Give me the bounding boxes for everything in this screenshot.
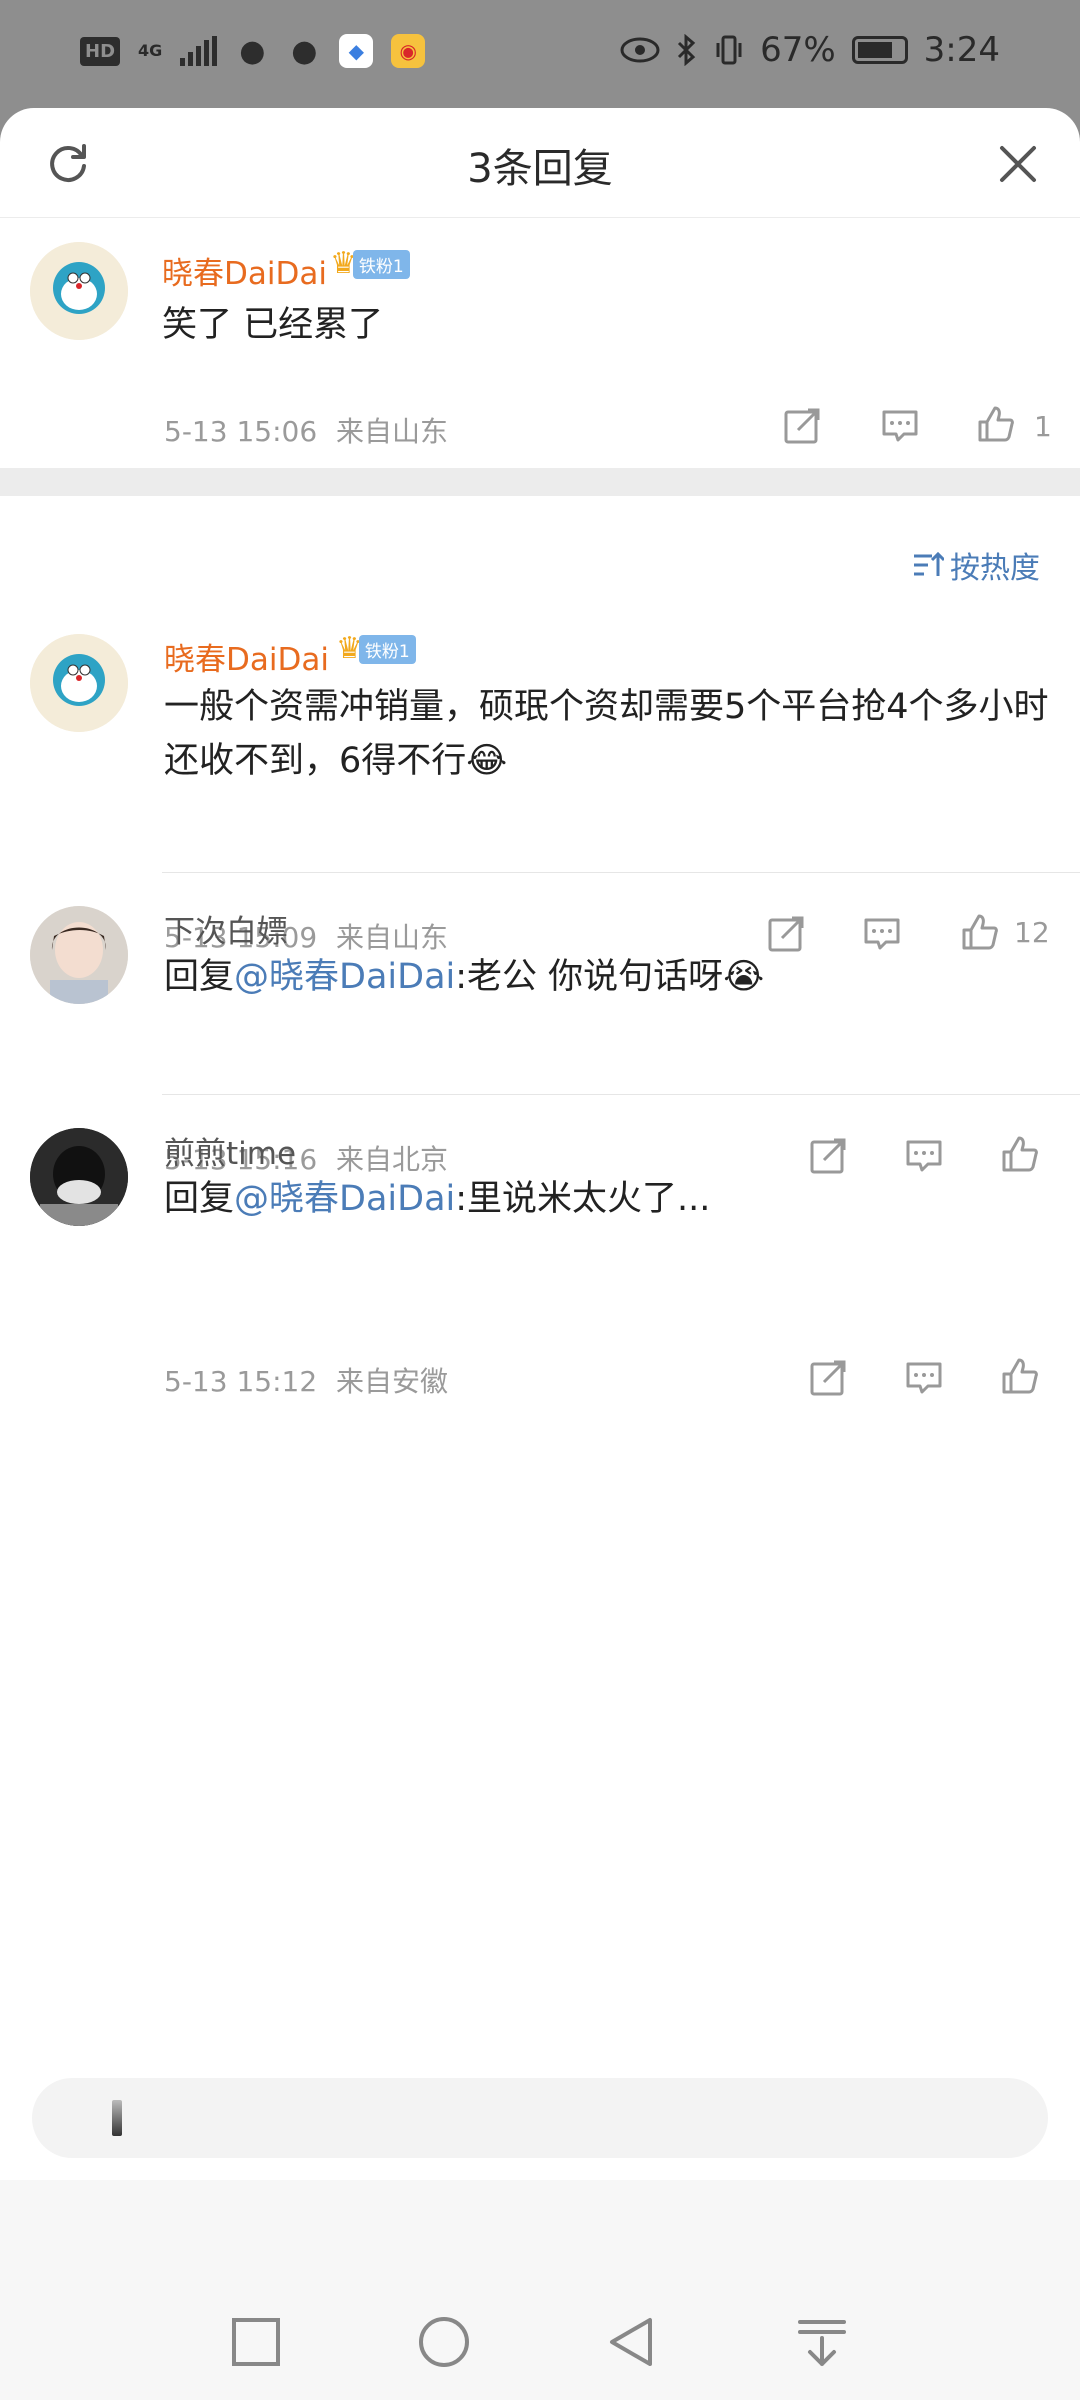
- share-icon[interactable]: [808, 1136, 848, 1176]
- like-icon[interactable]: [1000, 1356, 1040, 1396]
- battery-percent: 67%: [760, 30, 836, 70]
- like-icon[interactable]: [976, 404, 1016, 444]
- network-type: 4G: [138, 41, 163, 60]
- avatar[interactable]: [30, 634, 128, 732]
- like-icon[interactable]: [1000, 1134, 1040, 1174]
- section-divider: [0, 468, 1080, 496]
- sort-icon: [914, 551, 944, 576]
- reply-prefix: 回复: [164, 957, 235, 997]
- replies-sheet: 3条回复 晓春DaiDai ♛ 铁粉1 笑了 已经累了 5-13 15:06 来…: [0, 108, 1080, 2400]
- reply-text: 回复@晓春DaiDai:老公 你说句话呀😭: [164, 950, 764, 1004]
- doraemon-avatar-icon: [30, 242, 128, 340]
- reply-divider: [162, 872, 1080, 873]
- wechat-icon: ●: [239, 33, 266, 69]
- girl-avatar-icon: [30, 906, 128, 1004]
- collapse-nav-icon[interactable]: [794, 2314, 850, 2370]
- reply-body: 一般个资需冲销量，硕珉个资却需要5个平台抢4个多小时还收不到，6得不行: [164, 687, 1049, 781]
- fan-badge-label: 铁粉1: [358, 634, 416, 664]
- comment-icon[interactable]: [862, 914, 902, 954]
- sheet-header: 3条回复: [0, 108, 1080, 218]
- reply-username[interactable]: 煎煎time: [164, 1128, 296, 1173]
- reply-input[interactable]: [32, 2078, 1048, 2158]
- sort-label: 按热度: [950, 551, 1040, 586]
- hd-indicator: HD: [80, 36, 121, 66]
- comment-icon[interactable]: [880, 406, 920, 446]
- back-icon[interactable]: [604, 2314, 660, 2370]
- comment-text: 笑了 已经累了: [162, 305, 384, 345]
- share-icon[interactable]: [782, 406, 822, 446]
- reply-location: 来自安徽: [336, 1365, 449, 1398]
- doraemon-avatar-icon: [30, 634, 128, 732]
- avatar[interactable]: [30, 242, 128, 340]
- home-icon[interactable]: [416, 2314, 472, 2370]
- reply-divider: [162, 1094, 1080, 1095]
- share-icon[interactable]: [766, 914, 806, 954]
- avatar[interactable]: [30, 1128, 128, 1226]
- avatar[interactable]: [30, 906, 128, 1004]
- person-avatar-icon: [30, 1128, 128, 1226]
- vibrate-icon: [716, 35, 742, 65]
- like-count: 12: [1014, 916, 1050, 949]
- comment-username[interactable]: 晓春DaiDai: [162, 248, 327, 293]
- fan-badge: ♛ 铁粉1: [336, 634, 416, 664]
- reply-prefix: 回复: [164, 1179, 235, 1219]
- mention-link[interactable]: @晓春DaiDai: [234, 957, 455, 997]
- signal-icon: [180, 36, 218, 66]
- reply-body: :里说米太火了...: [455, 1179, 711, 1219]
- reply-username[interactable]: 晓春DaiDai: [164, 634, 329, 679]
- eye-icon: [620, 37, 660, 63]
- laugh-emoji-icon: 😂: [466, 741, 508, 781]
- reply-time: 5-13 15:12: [164, 1365, 318, 1398]
- sheet-title: 3条回复: [467, 146, 613, 192]
- status-right: 67% 3:24: [620, 30, 1000, 70]
- reply-text: 回复@晓春DaiDai:里说米太火了...: [164, 1172, 710, 1226]
- comment-time: 5-13 15:06: [164, 415, 318, 448]
- reply-username[interactable]: 下次白嫖: [164, 906, 288, 951]
- fan-badge: ♛ 铁粉1: [330, 249, 410, 279]
- comment-icon[interactable]: [904, 1358, 944, 1398]
- clock: 3:24: [923, 30, 1000, 70]
- fan-badge-label: 铁粉1: [352, 249, 410, 279]
- sort-button[interactable]: 按热度: [912, 543, 1040, 587]
- status-bar: HD 4G ● ● ◆ ◉ 67% 3:24: [0, 0, 1080, 108]
- like-count: 1: [1034, 410, 1052, 443]
- weibo-app-icon: ◉: [391, 34, 426, 68]
- share-icon[interactable]: [808, 1358, 848, 1398]
- crying-emoji-icon: 😭: [723, 957, 765, 997]
- recents-icon[interactable]: [228, 2314, 284, 2370]
- comment-location: 来自山东: [336, 415, 449, 448]
- mention-link[interactable]: @晓春DaiDai: [234, 1179, 455, 1219]
- wechat-icon-2: ●: [291, 33, 318, 69]
- status-left: HD 4G ● ● ◆ ◉: [80, 33, 426, 69]
- system-nav-bar: [0, 2180, 1080, 2400]
- input-cursor: [112, 2100, 122, 2136]
- comment-meta: 5-13 15:06 来自山东: [164, 410, 448, 450]
- reply-meta: 5-13 15:12 来自安徽: [164, 1360, 448, 1400]
- reply-body: :老公 你说句话呀: [455, 957, 724, 997]
- reply-text: 一般个资需冲销量，硕珉个资却需要5个平台抢4个多小时还收不到，6得不行😂: [164, 680, 1054, 788]
- browser-app-icon: ◆: [339, 34, 374, 68]
- close-icon[interactable]: [996, 142, 1040, 186]
- comment-icon[interactable]: [904, 1136, 944, 1176]
- bluetooth-icon: [678, 34, 696, 66]
- like-icon[interactable]: [960, 912, 1000, 952]
- battery-icon: [851, 36, 908, 64]
